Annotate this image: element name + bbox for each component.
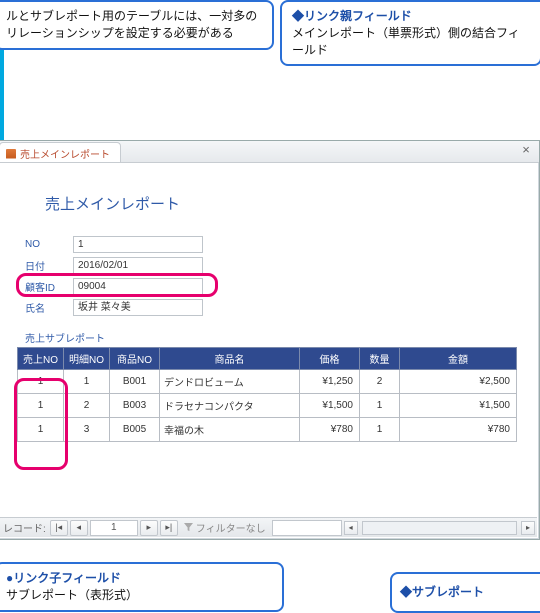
close-icon[interactable]: × [519,144,533,158]
field-row-no: NO 1 [25,236,511,253]
col-line-no: 明細NO [64,348,110,370]
col-amount: 金額 [400,348,517,370]
horizontal-scrollbar[interactable] [362,521,517,535]
field-row-date: 日付 2016/02/01 [25,257,511,274]
field-value-date[interactable]: 2016/02/01 [73,257,203,274]
callout-sub-report: ◆サブレポート [390,572,540,613]
col-qty: 数量 [360,348,400,370]
cell-sales-no: 1 [18,394,64,418]
page-title: 売上メインレポート [45,193,511,214]
sub-report-table: 売上NO 明細NO 商品NO 商品名 価格 数量 金額 1 1 B001 デンド [17,347,517,442]
record-nav-bar: レコード: |◂ ◂ 1 ▸ ▸| フィルターなし ◂ ▸ [0,517,537,537]
nav-page-number[interactable]: 1 [90,520,138,536]
callout-heading: ●リンク子フィールド [6,571,121,585]
callout-heading: ◆サブレポート [400,585,484,599]
field-label: 氏名 [25,300,73,315]
field-value-customer-id[interactable]: 09004 [73,278,203,295]
table-header-row: 売上NO 明細NO 商品NO 商品名 価格 数量 金額 [18,348,517,370]
cell-price: ¥1,250 [300,370,360,394]
callout-relationship-note: ルとサブレポート用のテーブルには、一対多のリレーションシップを設定する必要がある [0,0,274,50]
cell-prod-name: デンドロビューム [160,370,300,394]
sub-report-title: 売上サブレポート [25,330,511,345]
report-window: 売上メインレポート × 売上メインレポート NO 1 日付 2016/02/01… [0,140,540,540]
cell-qty: 1 [360,418,400,442]
scroll-left-button[interactable]: ◂ [344,521,358,535]
cell-price: ¥1,500 [300,394,360,418]
tab-main-report[interactable]: 売上メインレポート [0,142,121,162]
cell-amount: ¥780 [400,418,517,442]
table-row: 1 3 B005 幸福の木 ¥780 1 ¥780 [18,418,517,442]
report-icon [6,149,16,159]
tab-bar: 売上メインレポート × [0,141,539,163]
field-row-customer-id: 顧客ID 09004 [25,278,511,295]
cell-amount: ¥2,500 [400,370,517,394]
cell-qty: 2 [360,370,400,394]
cell-prod-no: B005 [110,418,160,442]
field-value-name[interactable]: 坂井 菜々美 [73,299,203,316]
cell-line-no: 3 [64,418,110,442]
callout-body: サブレポート（表形式） [6,588,138,602]
report-body: 売上メインレポート NO 1 日付 2016/02/01 顧客ID 09004 … [0,163,539,452]
cell-sales-no: 1 [18,370,64,394]
funnel-icon [184,523,193,532]
field-value-no[interactable]: 1 [73,236,203,253]
cell-qty: 1 [360,394,400,418]
table-row: 1 2 B003 ドラセナコンパクタ ¥1,500 1 ¥1,500 [18,394,517,418]
callout-heading: ◆リンク親フィールド [292,9,412,23]
filter-status[interactable]: フィルターなし [180,520,270,535]
field-label: NO [25,239,73,250]
cell-prod-name: ドラセナコンパクタ [160,394,300,418]
cell-line-no: 1 [64,370,110,394]
callout-body: メインレポート（単票形式）側の結合フィールド [292,26,520,57]
tab-label: 売上メインレポート [20,146,110,161]
cell-amount: ¥1,500 [400,394,517,418]
nav-first-button[interactable]: |◂ [50,520,68,536]
cell-prod-name: 幸福の木 [160,418,300,442]
nav-record-label: レコード: [1,520,48,535]
cell-prod-no: B001 [110,370,160,394]
cell-price: ¥780 [300,418,360,442]
col-sales-no: 売上NO [18,348,64,370]
callout-body: ルとサブレポート用のテーブルには、一対多のリレーションシップを設定する必要がある [6,9,257,40]
callout-link-child-field: ●リンク子フィールド サブレポート（表形式） [0,562,284,612]
nav-prev-button[interactable]: ◂ [70,520,88,536]
sub-report: 売上サブレポート 売上NO 明細NO 商品NO 商品名 価格 数量 金額 [17,330,511,442]
nav-next-button[interactable]: ▸ [140,520,158,536]
nav-search-box[interactable] [272,520,342,536]
cell-sales-no: 1 [18,418,64,442]
nav-last-button[interactable]: ▸| [160,520,178,536]
cell-line-no: 2 [64,394,110,418]
col-prod-no: 商品NO [110,348,160,370]
field-label: 顧客ID [25,279,73,294]
cell-prod-no: B003 [110,394,160,418]
col-price: 価格 [300,348,360,370]
field-row-name: 氏名 坂井 菜々美 [25,299,511,316]
table-row: 1 1 B001 デンドロビューム ¥1,250 2 ¥2,500 [18,370,517,394]
filter-label: フィルターなし [196,520,266,535]
callout-link-parent-field: ◆リンク親フィールド メインレポート（単票形式）側の結合フィールド [280,0,540,66]
scroll-right-button[interactable]: ▸ [521,521,535,535]
field-label: 日付 [25,258,73,273]
col-prod-name: 商品名 [160,348,300,370]
